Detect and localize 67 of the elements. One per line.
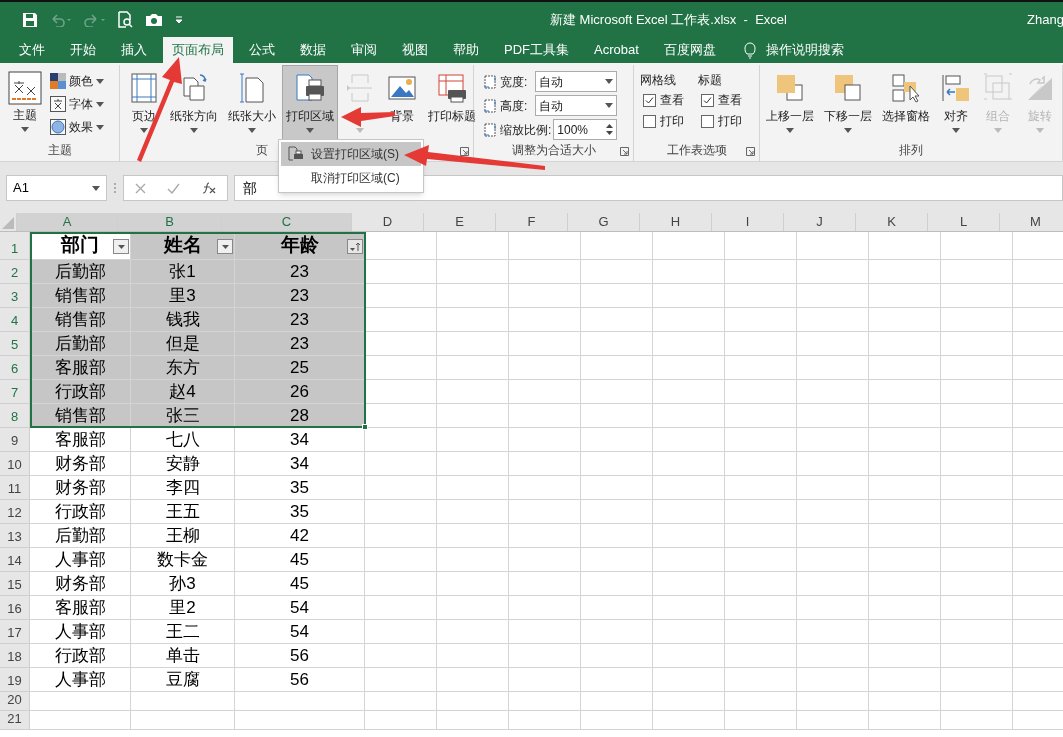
table-cell: 行政部 <box>30 644 131 668</box>
table-cell: 王柳 <box>131 524 235 548</box>
table-cell: 安静 <box>131 452 235 476</box>
group-label: 工作表选项 <box>666 142 727 158</box>
table-cell: 行政部 <box>30 380 131 404</box>
field-label: 宽度: <box>500 73 528 91</box>
group-label: 页 <box>255 142 268 158</box>
table-cell: 42 <box>235 524 365 548</box>
table-cell: 34 <box>235 428 365 452</box>
option-set-title: 标题 <box>698 73 723 87</box>
table-cell: 豆腐 <box>131 668 235 692</box>
group-label: 排列 <box>899 142 923 158</box>
table-cell: 赵4 <box>131 380 235 404</box>
table-cell: 23 <box>235 308 365 332</box>
table-cell: 45 <box>235 572 365 596</box>
table-cell: 客服部 <box>30 356 131 380</box>
table-cell: 东方 <box>131 356 235 380</box>
table-cell: 单击 <box>131 644 235 668</box>
table-cell: 张1 <box>131 260 235 284</box>
table-cell: 后勤部 <box>30 524 131 548</box>
table-cell: 后勤部 <box>30 332 131 356</box>
window-title: 新建 Microsoft Excel 工作表.xlsx - Excel <box>550 11 787 29</box>
table-cell: 孙3 <box>131 572 235 596</box>
table-cell: 25 <box>235 356 365 380</box>
table-cell: 后勤部 <box>30 260 131 284</box>
table-cell: 26 <box>235 380 365 404</box>
option-set-title: 网格线 <box>640 73 677 87</box>
table-cell: 张三 <box>131 404 235 428</box>
table-cell: 销售部 <box>30 284 131 308</box>
table-cell: 里2 <box>131 596 235 620</box>
table-cell: 23 <box>235 260 365 284</box>
table-cell: 财务部 <box>30 572 131 596</box>
table-cell: 54 <box>235 596 365 620</box>
table-cell: 但是 <box>131 332 235 356</box>
table-cell: 56 <box>235 644 365 668</box>
table-cell: 里3 <box>131 284 235 308</box>
table-cell: 人事部 <box>30 668 131 692</box>
table-cell: 54 <box>235 620 365 644</box>
table-cell: 销售部 <box>30 308 131 332</box>
group-label: 调整为合适大小 <box>511 142 596 158</box>
table-cell: 人事部 <box>30 620 131 644</box>
table-cell: 李四 <box>131 476 235 500</box>
table-cell: 数卡金 <box>131 548 235 572</box>
table-cell: 行政部 <box>30 500 131 524</box>
table-cell: 28 <box>235 404 365 428</box>
table-cell: 王二 <box>131 620 235 644</box>
table-cell: 45 <box>235 548 365 572</box>
table-cell: 销售部 <box>30 404 131 428</box>
table-cell: 七八 <box>131 428 235 452</box>
table-cell: 财务部 <box>30 452 131 476</box>
group-label: 主题 <box>47 142 72 158</box>
table-cell: 35 <box>235 500 365 524</box>
table-cell: 23 <box>235 284 365 308</box>
table-cell: 钱我 <box>131 308 235 332</box>
table-cell: 23 <box>235 332 365 356</box>
field-label: 缩放比例: <box>500 121 552 139</box>
table-cell: 财务部 <box>30 476 131 500</box>
header-cell: 姓名 <box>131 232 235 260</box>
table-cell: 客服部 <box>30 428 131 452</box>
header-cell: 年龄 <box>235 232 365 260</box>
table-cell: 人事部 <box>30 548 131 572</box>
table-cell: 王五 <box>131 500 235 524</box>
table-cell: 34 <box>235 452 365 476</box>
table-cell: 35 <box>235 476 365 500</box>
table-cell: 56 <box>235 668 365 692</box>
field-label: 高度: <box>500 97 528 115</box>
table-cell: 客服部 <box>30 596 131 620</box>
